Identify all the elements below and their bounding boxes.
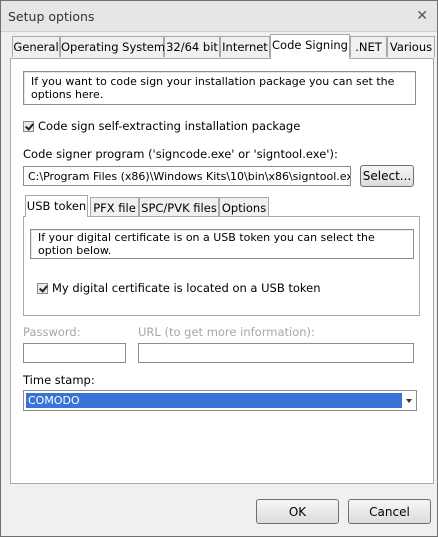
cancel-button[interactable]: Cancel [348,499,431,524]
ok-button[interactable]: OK [256,499,339,524]
setup-options-dialog: Setup options ✕ General Operating System… [0,0,438,537]
window-title: Setup options [8,9,95,24]
title-bar: Setup options ✕ [1,1,437,32]
usb-token-checkbox[interactable]: My digital certificate is located on a U… [37,281,321,295]
password-field[interactable] [23,343,126,363]
checkbox-check-icon [23,120,34,132]
url-field[interactable] [138,343,414,363]
select-button[interactable]: Select... [360,165,414,187]
usb-token-info-box: If your digital certificate is on a USB … [30,229,414,259]
chevron-down-icon [406,399,412,403]
tab-internet[interactable]: Internet [220,36,270,57]
usb-token-info-text: If your digital certificate is on a USB … [38,231,375,257]
usb-token-label: My digital certificate is located on a U… [52,281,321,295]
subtab-options[interactable]: Options [219,197,269,218]
sign-self-extract-label: Code sign self-extracting installation p… [38,119,301,133]
checkbox-check-icon [37,282,48,294]
time-stamp-selected-value: COMODO [26,393,402,408]
tab-dotnet[interactable]: .NET [350,36,387,57]
tab-operating-systems[interactable]: Operating Systems [60,36,171,57]
code-signing-info-box: If you want to code sign your installati… [23,71,416,105]
tab-various[interactable]: Various [387,36,435,57]
password-label: Password: [23,325,81,339]
code-signer-label: Code signer program ('signcode.exe' or '… [23,147,338,161]
code-signing-info-text: If you want to code sign your installati… [31,75,395,101]
subtab-usb-token[interactable]: USB token [25,195,88,217]
code-signer-path-input[interactable]: C:\Program Files (x86)\Windows Kits\10\b… [23,166,351,186]
tab-32-64-bit[interactable]: 32/64 bit [164,36,220,57]
tab-general[interactable]: General [12,36,60,57]
close-icon[interactable]: ✕ [416,8,428,24]
url-label: URL (to get more information): [138,325,315,339]
tab-code-signing[interactable]: Code Signing [270,34,350,59]
subtab-pfx-file[interactable]: PFX file [90,197,139,218]
time-stamp-select[interactable]: COMODO [23,390,417,411]
time-stamp-label: Time stamp: [23,373,95,387]
subtab-spc-pvk-files[interactable]: SPC/PVK files [139,197,219,218]
sign-self-extract-checkbox[interactable]: Code sign self-extracting installation p… [23,119,300,133]
